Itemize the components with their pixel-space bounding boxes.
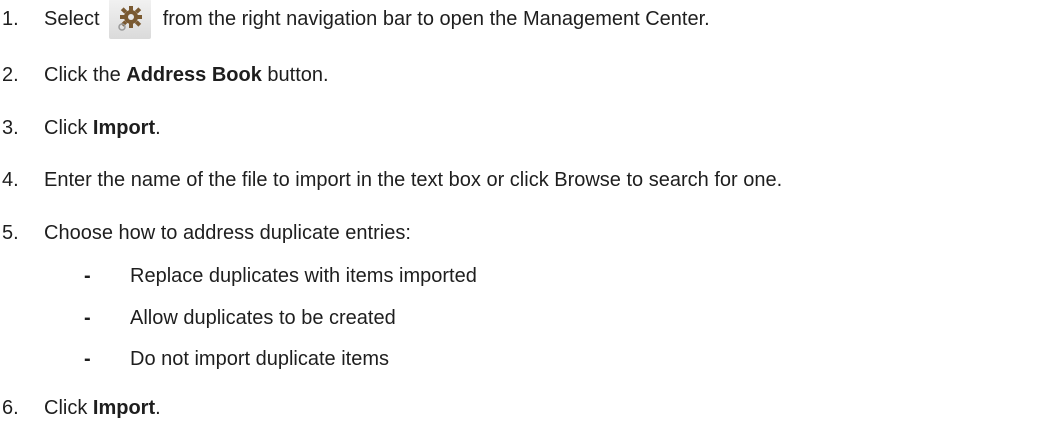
step-text: Choose how to address duplicate entries: xyxy=(44,222,411,244)
step-number: 3. xyxy=(2,117,19,139)
step-number: 6. xyxy=(2,397,19,419)
step-text-after: . xyxy=(155,397,161,419)
step-number: 2. xyxy=(2,64,19,86)
step-number: 5. xyxy=(2,222,19,244)
step-text: Enter the name of the file to import in … xyxy=(44,169,783,191)
step-text: Click Import. xyxy=(44,116,161,140)
step-text: Select from the right navigation bar to … xyxy=(44,0,710,39)
step-text-before: Click xyxy=(44,117,93,139)
gear-icon xyxy=(109,0,152,39)
option-bullet: - xyxy=(84,265,91,287)
option-text: Replace duplicates with items imported xyxy=(130,265,477,287)
step-text-before: Select xyxy=(44,8,100,30)
option-bullet: - xyxy=(84,348,91,370)
step-text-after: button. xyxy=(261,64,329,86)
step-number: 4. xyxy=(2,169,19,191)
import-label: Import xyxy=(92,117,156,139)
option-text: Do not import duplicate items xyxy=(130,348,390,370)
option-bullet: - xyxy=(84,307,91,329)
step-text: Click the Address Book button. xyxy=(44,63,329,87)
step-text: Click Import. xyxy=(44,396,161,420)
step-text-after: from the right navigation bar to open th… xyxy=(162,8,710,30)
option-text: Allow duplicates to be created xyxy=(130,307,396,329)
address-book-label: Address Book xyxy=(126,64,262,86)
step-text-after: . xyxy=(155,117,161,139)
step-text-before: Click xyxy=(44,397,93,419)
step-number: 1. xyxy=(2,8,19,30)
import-label: Import xyxy=(92,397,156,419)
step-text-before: Click the xyxy=(44,64,127,86)
